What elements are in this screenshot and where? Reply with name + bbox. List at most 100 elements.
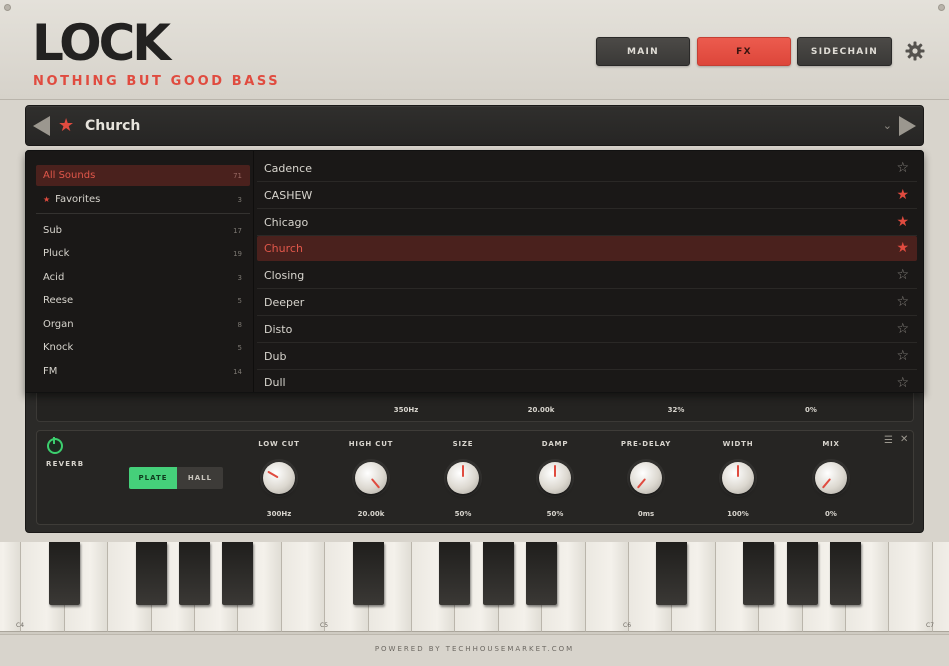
tab-main[interactable]: MAIN (596, 37, 690, 66)
star-filled-icon[interactable]: ★ (896, 240, 909, 256)
category-favorites[interactable]: ★ Favorites 3 (36, 189, 250, 210)
damp-knob[interactable] (539, 462, 571, 494)
white-key[interactable] (932, 542, 949, 632)
category-pluck[interactable]: Pluck 19 (36, 243, 250, 264)
knob-value-pre-delay: 0ms (637, 510, 655, 518)
category-acid[interactable]: Acid 3 (36, 267, 250, 288)
preset-row-name: Chicago (264, 215, 309, 229)
tab-fx[interactable]: FX (697, 37, 791, 66)
black-key[interactable] (830, 542, 861, 605)
preset-row[interactable]: Closing ☆ (257, 262, 917, 289)
category-label: FM (43, 366, 58, 377)
knob-label-low-cut: LOW CUT (258, 440, 300, 448)
preset-row-name: Church (264, 241, 303, 255)
preset-row-name: Closing (264, 268, 305, 282)
white-key[interactable] (585, 542, 629, 632)
mode-hall-button[interactable]: HALL (177, 467, 223, 489)
preset-row[interactable]: Disto ☆ (257, 316, 917, 343)
black-key[interactable] (439, 542, 471, 605)
favorite-star-icon[interactable]: ★ (58, 115, 74, 136)
star-outline-icon[interactable]: ☆ (896, 160, 909, 176)
mix-knob[interactable] (815, 462, 847, 494)
tagline: NOTHING BUT GOOD BASS (33, 74, 281, 89)
star-outline-icon[interactable]: ☆ (896, 294, 909, 310)
octave-label-c5: C5 (320, 622, 329, 629)
octave-label-c6: C6 (623, 622, 632, 629)
black-key[interactable] (222, 542, 254, 605)
preset-list: Cadence ☆ CASHEW ★ Chicago ★ Church ★ Cl… (255, 151, 923, 392)
logo: LOCK (32, 14, 171, 72)
mode-plate-button[interactable]: PLATE (129, 467, 177, 489)
star-outline-icon[interactable]: ☆ (896, 321, 909, 337)
white-key[interactable] (0, 542, 22, 632)
preset-row-name: Disto (264, 322, 293, 336)
high-cut-knob[interactable] (355, 462, 387, 494)
category-reese[interactable]: Reese 5 (36, 290, 250, 311)
knob-value-low-cut: 300Hz (266, 510, 292, 518)
screw (4, 4, 11, 11)
category-organ[interactable]: Organ 8 (36, 314, 250, 335)
pre-delay-knob[interactable] (630, 462, 662, 494)
white-key[interactable] (281, 542, 326, 632)
gear-icon[interactable] (905, 41, 925, 61)
category-sub[interactable]: Sub 17 (36, 220, 250, 241)
black-key[interactable] (179, 542, 210, 605)
star-outline-icon[interactable]: ☆ (896, 348, 909, 364)
width-knob[interactable] (722, 462, 754, 494)
menu-icon[interactable]: ☰ (884, 435, 893, 446)
preset-row[interactable]: Dull ☆ (257, 369, 917, 396)
tab-sidechain[interactable]: SIDECHAIN (797, 37, 892, 66)
black-key[interactable] (743, 542, 775, 605)
reverb-module: REVERB PLATE HALL ☰ ✕ LOW CUT 300Hz HIGH… (36, 430, 914, 525)
knob-label-damp: DAMP (541, 440, 569, 448)
category-knock[interactable]: Knock 5 (36, 337, 250, 358)
eq-value-low-cut: 350Hz (393, 406, 419, 414)
footer: POWERED BY TECHHOUSEMARKET.COM (0, 634, 949, 666)
preset-name[interactable]: Church (85, 118, 140, 134)
star-filled-icon[interactable]: ★ (896, 214, 909, 230)
low-cut-knob[interactable] (263, 462, 295, 494)
knob-label-size: SIZE (452, 440, 474, 448)
black-key[interactable] (48, 542, 80, 605)
category-count: 71 (233, 171, 242, 180)
category-fm[interactable]: FM 14 (36, 361, 250, 382)
category-all-sounds[interactable]: All Sounds 71 (36, 165, 250, 186)
category-label: Sub (43, 225, 63, 236)
black-key[interactable] (526, 542, 558, 605)
black-key[interactable] (656, 542, 688, 605)
preset-row-name: CASHEW (264, 188, 313, 202)
black-key[interactable] (352, 542, 384, 605)
knob-pointer (554, 465, 556, 477)
knob-value-mix: 0% (825, 510, 837, 518)
preset-row[interactable]: CASHEW ★ (257, 182, 917, 209)
next-preset-button[interactable] (899, 116, 916, 136)
knob-pointer (636, 478, 647, 489)
preset-row[interactable]: Dub ☆ (257, 343, 917, 370)
knob-label-high-cut: HIGH CUT (348, 440, 394, 448)
black-key[interactable] (786, 542, 818, 605)
category-label: Pluck (43, 248, 70, 259)
black-key[interactable] (482, 542, 514, 605)
white-key[interactable] (889, 542, 933, 632)
black-key[interactable] (135, 542, 167, 605)
eq-value-high-cut: 20.00k (527, 406, 555, 414)
star-filled-icon[interactable]: ★ (896, 187, 909, 203)
power-icon[interactable] (47, 437, 63, 454)
prev-preset-button[interactable] (33, 116, 50, 136)
star-outline-icon[interactable]: ☆ (896, 267, 909, 283)
category-label: Organ (43, 319, 74, 330)
size-knob[interactable] (447, 462, 479, 494)
star-outline-icon[interactable]: ☆ (896, 375, 909, 391)
preset-row-name: Dull (264, 376, 286, 389)
preset-row[interactable]: Cadence ☆ (257, 155, 917, 182)
knob-value-high-cut: 20.00k (357, 510, 385, 518)
knob-value-damp: 50% (546, 510, 564, 518)
eq-value-amount: 32% (667, 406, 685, 414)
chevron-down-icon[interactable]: ⌄ (883, 119, 892, 132)
preset-row[interactable]: Chicago ★ (257, 209, 917, 236)
preset-row[interactable]: Deeper ☆ (257, 289, 917, 316)
close-icon[interactable]: ✕ (900, 434, 908, 445)
category-count: 8 (237, 320, 242, 329)
preset-row-selected[interactable]: Church ★ (257, 236, 917, 261)
divider (36, 213, 250, 214)
